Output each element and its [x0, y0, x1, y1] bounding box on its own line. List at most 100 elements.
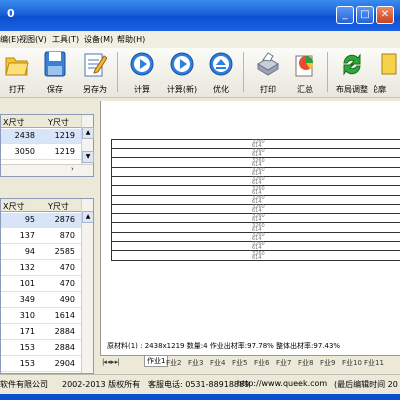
save-as-button[interactable]: 另存为 — [78, 50, 112, 96]
board-sheet[interactable]: 3260 614 3260 614 3260 614 3260 614 3260 614… — [111, 139, 400, 261]
cell-y: 2884 — [54, 327, 75, 336]
print-button[interactable]: 打印 — [251, 50, 285, 96]
tab-job-7[interactable]: F业7 — [276, 358, 291, 368]
last-edit-time: (最后编辑时间 20 — [334, 380, 398, 389]
table-header: X尺寸 Y尺寸 — [1, 199, 81, 212]
maximize-button[interactable]: □ — [356, 6, 374, 24]
cut-strip[interactable]: 3260 614 — [112, 149, 400, 159]
summary-button[interactable]: 汇总 — [288, 50, 322, 96]
table-row[interactable]: 95 2876 — [1, 213, 81, 228]
strip-dimension-label: 3260 614 — [252, 204, 265, 215]
menu-edit[interactable]: 编(E) — [0, 34, 19, 45]
table-row[interactable]: 153 2904 — [1, 357, 81, 372]
menu-view[interactable]: 视图(V) — [19, 34, 47, 45]
layout-canvas[interactable]: 3260 614 3260 614 3260 614 3260 614 3260 614… — [100, 101, 400, 355]
strip-dimension-label: 3260 614 — [252, 213, 265, 224]
tab-job-9[interactable]: F业9 — [320, 358, 335, 368]
table-row[interactable]: 310 1614 — [1, 309, 81, 324]
table-row[interactable]: 132 470 — [1, 261, 81, 276]
window-title: 0 — [7, 7, 15, 20]
window-bottom-border — [0, 394, 400, 400]
cell-x: 137 — [19, 231, 35, 240]
menu-help[interactable]: 帮助(H) — [117, 34, 145, 45]
summary-label: 汇总 — [297, 85, 313, 94]
tab-job-1[interactable]: 作业1 — [144, 356, 169, 367]
parts-table[interactable]: X尺寸 Y尺寸 95 2876 137 870 94 2585 132 470 101 470 34… — [0, 198, 94, 374]
tab-job-5[interactable]: F业5 — [232, 358, 247, 368]
material-table[interactable]: X尺寸 Y尺寸 2438 1219 3050 1219 ▲ ▼ › — [0, 114, 94, 177]
column-header-y: Y尺寸 — [48, 118, 69, 127]
minimize-button[interactable]: _ — [336, 6, 354, 24]
table-row[interactable]: 349 490 — [1, 293, 81, 308]
outline-button[interactable]: 轮廓 — [374, 50, 400, 96]
cell-y: 2585 — [54, 247, 75, 256]
optimize-button[interactable]: 优化 — [204, 50, 238, 96]
cell-x: 153 — [19, 359, 35, 368]
tab-job-6[interactable]: F业6 — [254, 358, 269, 368]
tab-nav-arrows[interactable]: |◂ ◂ ▸ ▸| — [102, 358, 119, 366]
cut-strip[interactable]: 3260 614 — [112, 177, 400, 187]
save-button[interactable]: 保存 — [38, 50, 72, 96]
cut-strip[interactable]: 3260 614 — [112, 241, 400, 252]
menu-tools[interactable]: 工具(T) — [52, 34, 79, 45]
tab-job-4[interactable]: F业4 — [210, 358, 225, 368]
strip-dimension-label: 3260 614 — [252, 185, 265, 196]
table-row[interactable]: 3050 1219 — [1, 145, 81, 160]
open-button[interactable]: 打开 — [0, 50, 34, 96]
cell-x: 3050 — [14, 147, 35, 156]
table-row[interactable]: 153 2884 — [1, 341, 81, 356]
floppy-disk-icon — [44, 51, 66, 77]
cell-y: 2904 — [54, 359, 75, 368]
calculate-button[interactable]: 计算 — [125, 50, 159, 96]
strip-dimension-label: 3260 614 — [252, 241, 265, 252]
scroll-up-arrow[interactable]: ▲ — [82, 127, 94, 139]
table-row[interactable]: 101 470 — [1, 277, 81, 292]
title-bar: 0 _ □ ✕ — [0, 0, 400, 31]
material-info: 原材料(1) : 2438x1219 数量:4 作业出材率:97.78% 整体出… — [107, 342, 341, 350]
cell-y: 1614 — [54, 311, 75, 320]
folder-icon — [5, 57, 29, 76]
cell-y: 870 — [59, 231, 75, 240]
tab-job-8[interactable]: F业8 — [298, 358, 313, 368]
table-row[interactable]: 94 2585 — [1, 245, 81, 260]
cell-y: 470 — [59, 279, 75, 288]
table-row[interactable]: 137 870 — [1, 229, 81, 244]
website-link[interactable]: http://www.queek.com — [237, 379, 327, 388]
cell-x: 132 — [19, 263, 35, 272]
tab-job-10[interactable]: F业10 — [342, 358, 362, 368]
close-button[interactable]: ✕ — [376, 6, 394, 24]
tab-job-3[interactable]: F业3 — [188, 358, 203, 368]
toolbar-separator — [243, 52, 244, 92]
vertical-scrollbar[interactable]: ▲ — [81, 199, 93, 373]
scroll-down-arrow[interactable]: ▼ — [82, 151, 94, 163]
refresh-icon — [343, 53, 361, 76]
cell-x: 171 — [19, 327, 35, 336]
vertical-scrollbar[interactable]: ▲ ▼ — [81, 115, 94, 164]
horizontal-scrollbar[interactable]: › — [1, 164, 93, 176]
layout-adjust-button[interactable]: 布局调整 — [335, 50, 369, 96]
scroll-right-arrow[interactable]: › — [71, 165, 74, 173]
tab-job-2[interactable]: F业2 — [166, 358, 181, 368]
table-row[interactable]: 2438 1219 — [1, 129, 81, 144]
job-tabs: |◂ ◂ ▸ ▸| 作业1 F业2 F业3 F业4 F业5 F业6 F业7 F业8 F业9 F业1… — [100, 355, 400, 371]
cell-x: 153 — [19, 343, 35, 352]
tab-job-11[interactable]: F业11 — [364, 358, 384, 368]
save-as-label: 另存为 — [83, 85, 107, 94]
cell-x: 101 — [19, 279, 35, 288]
menu-devices[interactable]: 设备(M) — [84, 34, 113, 45]
cell-x: 2438 — [14, 131, 35, 140]
column-header-x: X尺寸 — [3, 118, 25, 127]
cell-y: 1219 — [54, 147, 75, 156]
table-row[interactable]: 171 2884 — [1, 325, 81, 340]
play-icon — [130, 52, 154, 76]
status-bar: 软件有限公司 2002-2013 版权所有 客服电话: 0531-8891888… — [0, 374, 400, 394]
table-header: X尺寸 Y尺寸 — [1, 115, 81, 128]
cut-strip[interactable]: 3260 614 — [112, 251, 400, 261]
scroll-up-arrow[interactable]: ▲ — [82, 211, 93, 223]
menu-bar: 编(E) 视图(V) 工具(T) 设备(M) 帮助(H) — [0, 31, 400, 48]
calculate-new-button[interactable]: 计算(新) — [165, 50, 199, 96]
printer-icon — [257, 52, 279, 76]
cell-x: 349 — [19, 295, 35, 304]
toolbar-separator — [327, 52, 328, 92]
strip-dimension-label: 3260 614 — [252, 166, 265, 177]
